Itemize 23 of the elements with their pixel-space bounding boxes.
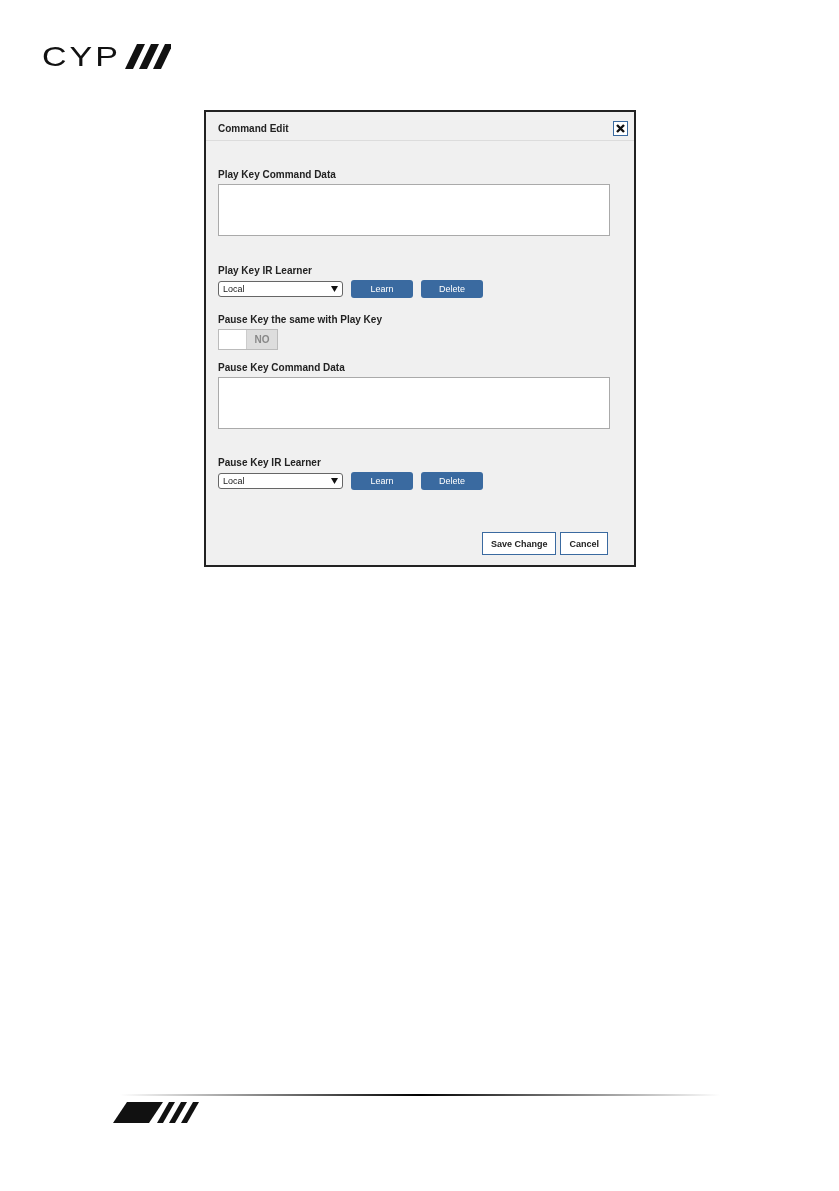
action-button[interactable]: Learn (351, 280, 413, 298)
action-button[interactable]: Learn (351, 472, 413, 490)
field-label: Pause Key the same with Play Key (218, 314, 383, 325)
brand-logo: CYP (42, 42, 121, 70)
footer-button[interactable]: Save Change (481, 532, 557, 555)
source-dropdown[interactable]: Local (218, 281, 343, 297)
footer-logo-icon (113, 1102, 199, 1123)
footer-button[interactable]: Cancel (560, 532, 608, 555)
field-label: Play Key IR Learner (218, 265, 313, 276)
command-data-field[interactable] (218, 184, 610, 236)
field-label: Play Key Command Data (218, 169, 337, 180)
source-dropdown[interactable]: Local (218, 473, 343, 489)
close-icon (616, 123, 625, 133)
dropdown-arrow-icon (331, 286, 338, 292)
dialog-title: Command Edit (218, 122, 289, 134)
field-label: Pause Key Command Data (218, 362, 346, 373)
field-label: Pause Key IR Learner (218, 457, 322, 468)
action-button[interactable]: Delete (421, 472, 483, 490)
close-button[interactable] (613, 120, 628, 136)
dropdown-arrow-icon (331, 478, 338, 484)
command-data-field[interactable] (218, 377, 610, 429)
action-button[interactable]: Delete (421, 280, 483, 298)
slashes-icon (124, 43, 171, 69)
